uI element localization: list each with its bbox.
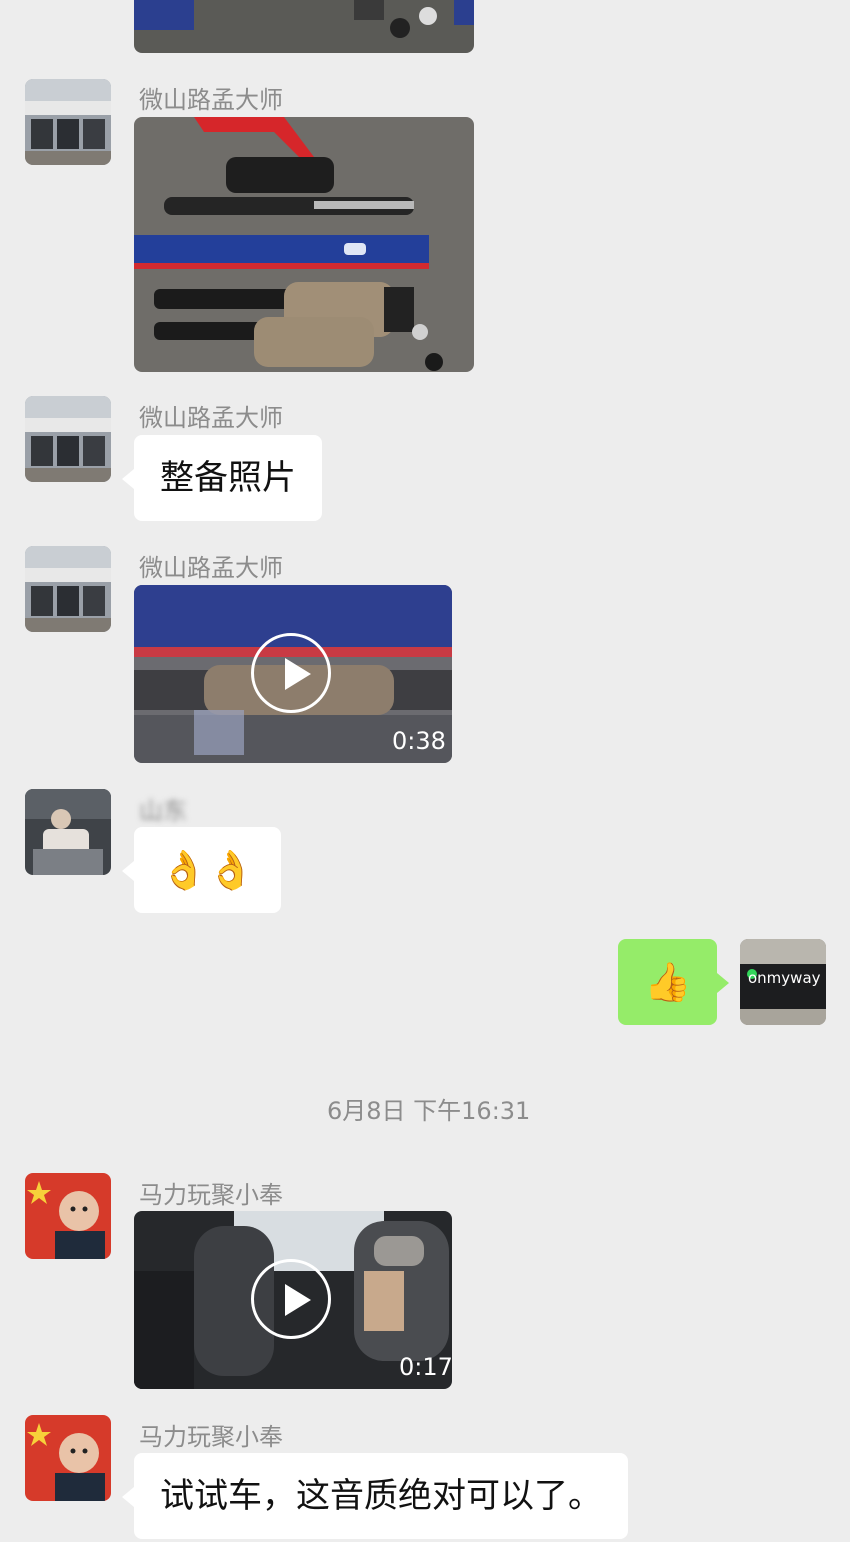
avatar-meng-master[interactable] xyxy=(25,79,111,165)
sender-name: 马力玩聚小奉 xyxy=(139,1181,283,1209)
play-icon[interactable] xyxy=(251,633,331,713)
video-duration: 0:38 xyxy=(392,727,446,755)
avatar-xiaofeng[interactable] xyxy=(25,1415,111,1501)
sender-name: 微山路孟大师 xyxy=(139,86,283,114)
avatar-meng-master[interactable] xyxy=(25,546,111,632)
sender-name: 微山路孟大师 xyxy=(139,404,283,432)
text-message[interactable]: 整备照片 xyxy=(122,435,322,521)
video-message[interactable]: 0:38 xyxy=(134,585,452,763)
emoji-message[interactable]: 👌👌 xyxy=(122,827,281,913)
svg-text:onmyway: onmyway xyxy=(748,969,821,987)
image-message-shock-absorbers[interactable] xyxy=(134,117,474,372)
timestamp: 6月8日 下午16:31 xyxy=(327,1097,531,1125)
avatar-meng-master[interactable] xyxy=(25,396,111,482)
play-icon[interactable] xyxy=(251,1259,331,1339)
my-emoji-message[interactable]: 👍 xyxy=(618,939,730,1025)
sender-name: 微山路孟大师 xyxy=(139,554,283,582)
video-message[interactable]: 0:17 xyxy=(134,1211,452,1389)
avatar-me[interactable]: onmyway xyxy=(740,939,826,1025)
sender-name-blurred: 山东 xyxy=(139,797,187,825)
sender-name: 马力玩聚小奉 xyxy=(139,1423,283,1451)
video-duration: 0:17 xyxy=(399,1353,452,1381)
avatar-shandong[interactable] xyxy=(25,789,111,875)
image-message-top[interactable] xyxy=(134,0,474,53)
avatar-xiaofeng[interactable] xyxy=(25,1173,111,1259)
text-message[interactable]: 试试车，这音质绝对可以了。 xyxy=(122,1453,628,1539)
